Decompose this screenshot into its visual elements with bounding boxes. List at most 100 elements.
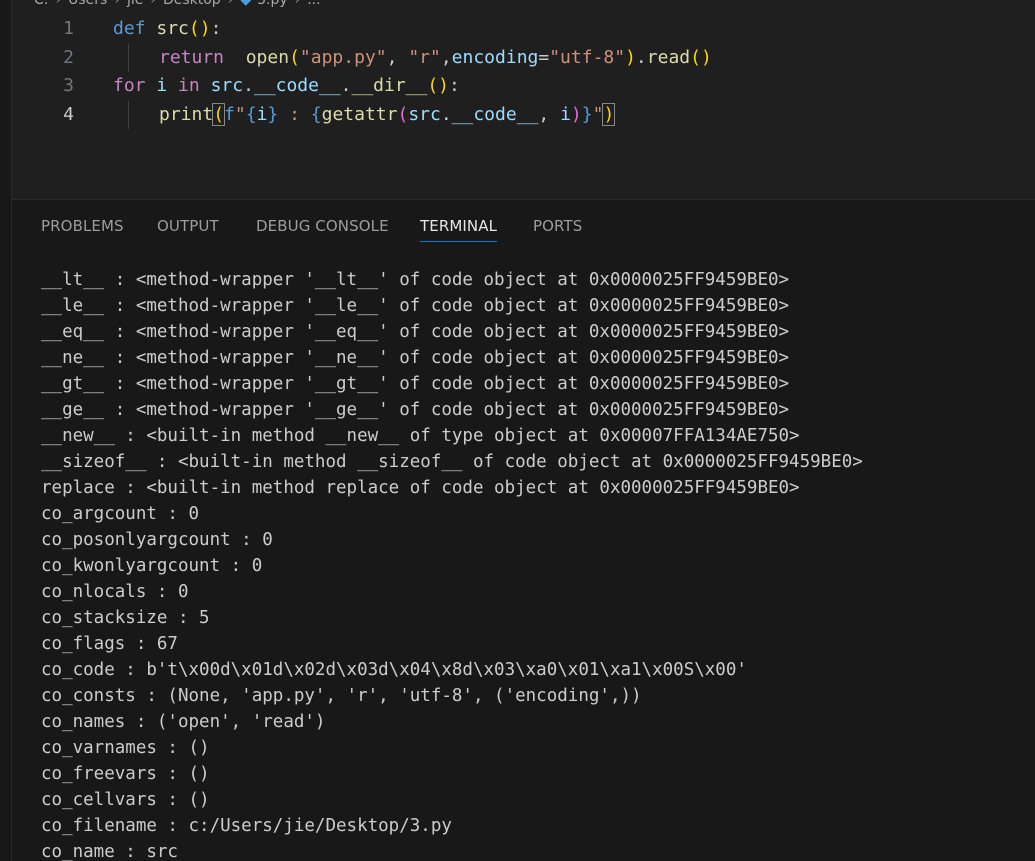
code-token: for — [113, 75, 146, 96]
breadcrumb-item-user[interactable]: jie — [127, 0, 143, 8]
vscode-window: C: › Users › jie › Desktop › ◆ 3.py ›... 1 def src(… — [0, 0, 1035, 861]
code-token: . — [243, 75, 254, 96]
tab-problems[interactable]: PROBLEMS — [41, 217, 124, 235]
line-number: 4 — [63, 104, 74, 125]
code-token: src — [408, 104, 441, 125]
code-token: in — [178, 75, 200, 96]
breadcrumb: C: › Users › jie › Desktop › ◆ 3.py ›... — [34, 0, 321, 8]
code-token: " — [592, 104, 604, 125]
code-token: i — [560, 104, 571, 125]
code-text: def src(): — [113, 15, 221, 43]
code-token: } — [581, 104, 593, 125]
tab-terminal[interactable]: TERMINAL — [420, 217, 498, 242]
code-token: read — [646, 47, 691, 68]
breadcrumb-item-symbols[interactable]: ... — [307, 0, 320, 8]
line-number: 3 — [63, 75, 74, 96]
terminal-line: __ne__ : <method-wrapper '__ne__' of cod… — [41, 348, 790, 368]
terminal-line: co_flags : 67 — [41, 634, 178, 654]
code-token: : — [449, 75, 460, 96]
code-token: : — [278, 104, 311, 125]
tab-output[interactable]: OUTPUT — [157, 217, 219, 235]
terminal-line: co_posonlyargcount : 0 — [41, 530, 273, 550]
code-token: ) — [625, 47, 636, 68]
code-token: ( — [212, 103, 226, 126]
code-token: __code__ — [451, 104, 539, 125]
code-token: open — [245, 47, 290, 68]
terminal-line: __lt__ : <method-wrapper '__lt__' of cod… — [41, 270, 790, 290]
code-token: . — [635, 47, 647, 68]
code-text: return open("app.py", "r",encoding="utf-… — [159, 44, 712, 72]
terminal-line: co_nlocals : 0 — [41, 582, 189, 602]
line-number: 2 — [63, 47, 74, 68]
code-token: getattr — [321, 104, 398, 125]
terminal-line: co_kwonlyargcount : 0 — [41, 556, 263, 576]
breadcrumb-item-desktop[interactable]: Desktop — [163, 0, 221, 8]
code-token: "r" — [408, 47, 441, 68]
code-text: print(f"{i} : {getattr(src.__code__, i)}… — [159, 101, 616, 129]
code-editor[interactable]: 1 def src(): 2 return open("app.py", "r",en… — [12, 15, 1035, 195]
code-token: " — [234, 104, 246, 125]
code-token: return — [159, 47, 225, 68]
code-token: ) — [570, 104, 582, 125]
code-token: "utf-8" — [549, 47, 626, 68]
terminal-line: co_freevars : () — [41, 764, 210, 784]
code-token: () — [188, 18, 211, 39]
panel-tabs: PROBLEMS OUTPUT DEBUG CONSOLE TERMINAL PORTS — [12, 200, 1035, 252]
line-number: 1 — [63, 18, 74, 39]
code-token: print — [159, 104, 214, 125]
breadcrumb-item-users[interactable]: Users — [68, 0, 107, 8]
breadcrumb-item-drive[interactable]: C: — [34, 0, 49, 8]
tab-ports[interactable]: PORTS — [533, 217, 582, 235]
terminal-line: co_consts : (None, 'app.py', 'r', 'utf-8… — [41, 686, 642, 706]
terminal-line: replace : <built-in method replace of co… — [41, 478, 800, 498]
code-token: ( — [289, 47, 300, 68]
code-token: __dir__ — [351, 75, 428, 96]
breadcrumb-item-file[interactable]: 3.py — [257, 0, 288, 8]
code-token: , — [440, 47, 452, 68]
code-token: src — [156, 18, 189, 39]
terminal-line: __ge__ : <method-wrapper '__ge__' of cod… — [41, 400, 790, 420]
code-token: : — [210, 18, 222, 39]
tab-debug-console[interactable]: DEBUG CONSOLE — [256, 217, 389, 235]
terminal-line: co_cellvars : () — [41, 790, 210, 810]
terminal-line: __sizeof__ : <built-in method __sizeof__… — [41, 452, 863, 472]
code-token: ) — [602, 103, 616, 126]
indent-guide — [128, 101, 129, 129]
code-token: } — [267, 104, 279, 125]
code-token: . — [340, 75, 352, 96]
code-token: "app.py" — [299, 47, 387, 68]
code-token: ( — [397, 104, 409, 125]
code-token: . — [440, 104, 452, 125]
code-line[interactable]: 4 print(f"{i} : {getattr(src.__code__, i)… — [12, 101, 1035, 129]
code-token: () — [690, 47, 712, 68]
code-text: for i in src.__code__.__dir__(): — [113, 72, 460, 100]
terminal-line: __eq__ : <method-wrapper '__eq__' of cod… — [41, 322, 790, 342]
code-line[interactable]: 2 return open("app.py", "r",encoding="utf… — [12, 44, 1035, 72]
code-token: def — [113, 18, 146, 39]
chevron-right-icon: › — [294, 0, 301, 8]
indent-guide — [128, 44, 129, 72]
chevron-right-icon: › — [55, 0, 62, 8]
code-line[interactable]: 3 for i in src.__code__.__dir__(): — [12, 72, 1035, 100]
terminal-line: __le__ : <method-wrapper '__le__' of cod… — [41, 296, 790, 316]
terminal-line: co_name : src — [41, 842, 178, 861]
terminal-line: co_code : b't\x00d\x01d\x02d\x03d\x04\x8… — [41, 660, 747, 680]
code-token: , — [538, 104, 561, 125]
bottom-panel: PROBLEMS OUTPUT DEBUG CONSOLE TERMINAL PORTS… — [12, 199, 1035, 861]
code-token: i — [156, 75, 168, 96]
terminal-line: co_stacksize : 5 — [41, 608, 210, 628]
code-token: () — [427, 75, 450, 96]
code-token: __code__ — [253, 75, 341, 96]
code-line[interactable]: 1 def src(): — [12, 15, 1035, 43]
terminal-output[interactable]: __lt__ : <method-wrapper '__lt__' of cod… — [41, 267, 1031, 861]
code-token: { — [310, 104, 322, 125]
terminal-line: __gt__ : <method-wrapper '__gt__' of cod… — [41, 374, 790, 394]
code-token: f — [224, 104, 235, 125]
chevron-right-icon: › — [114, 0, 120, 8]
chevron-right-icon: › — [227, 0, 234, 8]
code-token: , — [386, 47, 409, 68]
